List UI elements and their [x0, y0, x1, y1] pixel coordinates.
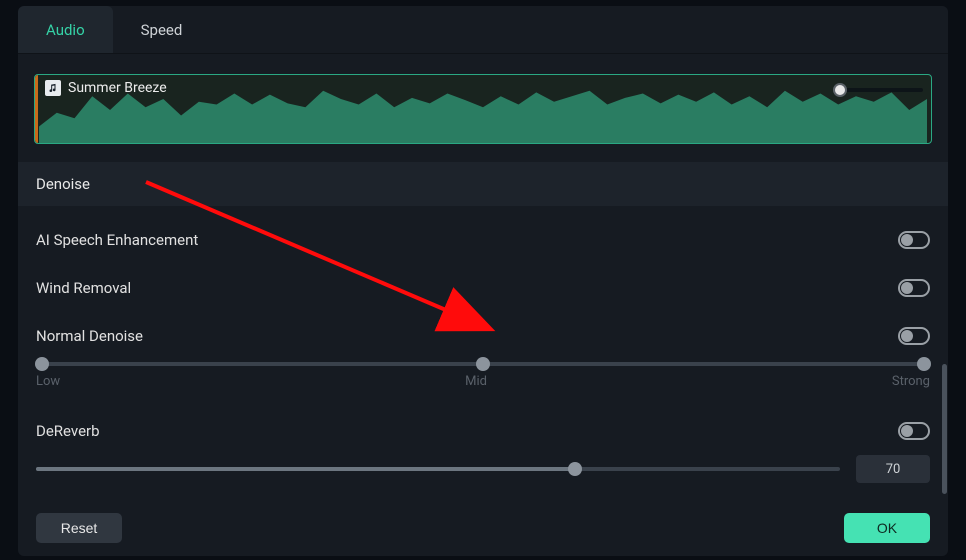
normal-denoise-slider[interactable]: Low Mid Strong — [36, 362, 930, 389]
row-dereverb: DeReverb — [36, 407, 930, 455]
toggle-wind-removal[interactable] — [898, 279, 930, 297]
toggle-dereverb[interactable] — [898, 422, 930, 440]
dereverb-slider[interactable] — [36, 467, 840, 471]
tick-low: Low — [36, 374, 60, 389]
tick-mid: Mid — [465, 374, 487, 389]
row-wind-removal: Wind Removal — [36, 264, 930, 312]
settings-content: Summer Breeze Denoise AI Speech Enhancem… — [18, 54, 948, 500]
waveform — [39, 88, 927, 143]
clip-header: Summer Breeze — [45, 80, 167, 96]
denoise-controls: AI Speech Enhancement Wind Removal Norma… — [18, 206, 948, 483]
slider-thumb-end[interactable] — [917, 357, 931, 371]
music-note-icon — [45, 80, 61, 96]
tab-bar: Audio Speed — [18, 6, 948, 54]
row-normal-denoise: Normal Denoise — [36, 312, 930, 360]
clip-title: Summer Breeze — [68, 80, 167, 96]
dereverb-value[interactable]: 70 — [856, 455, 930, 483]
slider-tick-labels: Low Mid Strong — [36, 374, 930, 389]
row-ai-speech: AI Speech Enhancement — [36, 216, 930, 264]
clip-start-handle[interactable] — [35, 75, 38, 143]
scrollbar-thumb[interactable] — [942, 364, 947, 494]
tab-audio[interactable]: Audio — [18, 6, 113, 53]
ok-button[interactable]: OK — [844, 513, 930, 543]
dereverb-slider-thumb[interactable] — [568, 462, 582, 476]
tab-speed[interactable]: Speed — [113, 6, 211, 53]
reset-button[interactable]: Reset — [36, 513, 122, 543]
section-header-denoise: Denoise — [18, 162, 948, 206]
label-wind-removal: Wind Removal — [36, 279, 131, 297]
dereverb-slider-row: 70 — [36, 455, 930, 483]
label-dereverb: DeReverb — [36, 422, 100, 440]
toggle-normal-denoise[interactable] — [898, 327, 930, 345]
footer-actions: Reset OK — [18, 500, 948, 556]
toggle-ai-speech[interactable] — [898, 231, 930, 249]
audio-settings-panel: Audio Speed Summer Breeze Denoise AI Spe… — [18, 6, 948, 556]
dereverb-slider-fill — [36, 467, 575, 471]
slider-thumb-mid[interactable] — [476, 357, 490, 371]
clip-volume-thumb[interactable] — [833, 83, 847, 97]
tick-strong: Strong — [892, 374, 930, 389]
slider-track — [36, 362, 930, 366]
clip-volume-slider[interactable] — [835, 88, 923, 92]
label-ai-speech: AI Speech Enhancement — [36, 231, 198, 249]
slider-thumb-start[interactable] — [35, 357, 49, 371]
label-normal-denoise: Normal Denoise — [36, 327, 143, 345]
audio-clip-preview[interactable]: Summer Breeze — [34, 74, 932, 144]
